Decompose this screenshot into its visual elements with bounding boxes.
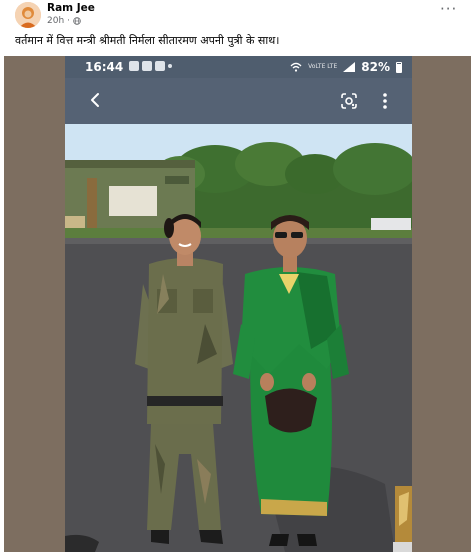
signal-icon	[343, 62, 356, 72]
globe-icon	[73, 17, 81, 25]
more-options-icon[interactable]: ···	[440, 2, 457, 17]
post-meta: 20h ·	[47, 16, 81, 26]
status-right: VoLTE LTE 82%	[290, 60, 402, 74]
status-bar: 16:44 VoLTE LTE 82%	[65, 56, 412, 78]
battery-icon	[396, 61, 402, 73]
kebab-menu-icon[interactable]	[379, 91, 391, 111]
youtube-notification-icon	[142, 61, 152, 71]
wifi-icon	[290, 62, 302, 72]
watermark-emblem-icon	[393, 486, 412, 552]
google-lens-icon[interactable]	[340, 92, 358, 110]
image-viewer-toolbar	[65, 78, 412, 124]
meta-separator: ·	[67, 16, 71, 26]
post-header: Ram Jee 20h · ···	[0, 0, 474, 30]
gallery-notification-icon	[129, 61, 139, 71]
author-avatar[interactable]	[15, 2, 41, 28]
status-time: 16:44	[85, 60, 124, 74]
message-notification-icon	[155, 61, 165, 71]
photo-scene	[65, 124, 412, 552]
post-time[interactable]: 20h	[47, 16, 64, 26]
more-notifications-dot-icon	[168, 64, 172, 68]
avatar-image	[15, 2, 41, 28]
back-arrow-icon[interactable]	[85, 90, 105, 110]
network-type: VoLTE LTE	[308, 63, 338, 70]
post-caption: वर्तमान में वित्त मन्त्री श्रीमती निर्मल…	[15, 34, 280, 47]
white-vehicles	[371, 218, 411, 230]
phone-screenshot: 16:44 VoLTE LTE 82%	[65, 56, 412, 552]
author-name[interactable]: Ram Jee	[47, 2, 95, 14]
post-photo[interactable]: 16:44 VoLTE LTE 82%	[4, 56, 471, 552]
notification-icons	[129, 61, 172, 71]
battery-percent: 82%	[361, 60, 390, 74]
